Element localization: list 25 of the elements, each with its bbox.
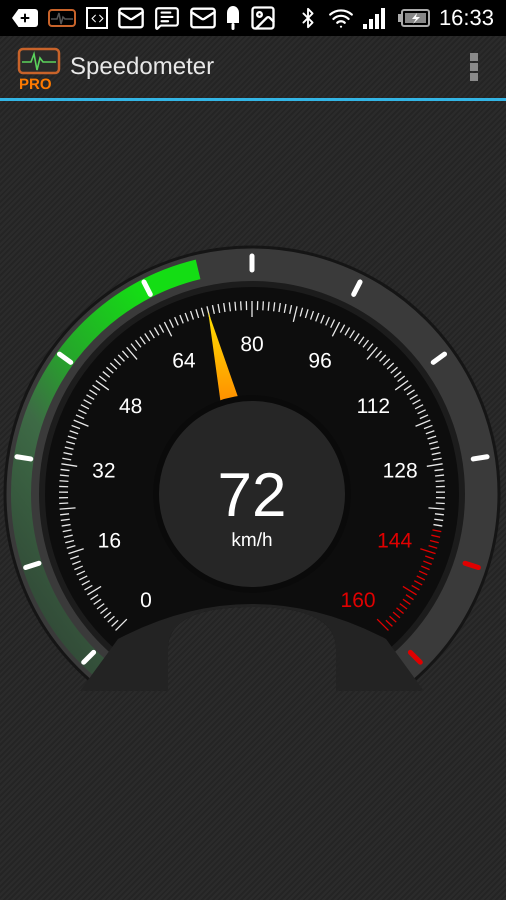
- clock: 16:33: [438, 7, 494, 29]
- scale-label: 0: [140, 589, 152, 612]
- app-title: Speedometer: [70, 52, 214, 82]
- scale-label: 128: [382, 460, 418, 483]
- scale-label: 160: [340, 589, 376, 612]
- scale-label: 32: [92, 460, 116, 483]
- scale-label: 112: [356, 394, 390, 418]
- message-icon: [154, 5, 180, 31]
- overflow-menu-button[interactable]: [468, 51, 480, 83]
- scale-label: 48: [118, 394, 142, 418]
- pro-label: PRO: [19, 77, 52, 92]
- scale-label: 16: [98, 529, 122, 552]
- speed-unit: km/h: [231, 530, 273, 551]
- popsicle-icon: [226, 5, 240, 31]
- code-icon: [86, 7, 108, 29]
- image-icon: [249, 4, 277, 32]
- tag-icon: [12, 9, 38, 27]
- scale-label: 96: [308, 349, 332, 372]
- battery-icon: [398, 9, 430, 27]
- speed-value: 72: [218, 461, 286, 530]
- scale-label: 80: [240, 333, 264, 356]
- engine-icon: [16, 45, 62, 77]
- engine-icon: [47, 7, 77, 29]
- scale-label: 64: [172, 349, 196, 372]
- scale-label: 144: [377, 529, 412, 552]
